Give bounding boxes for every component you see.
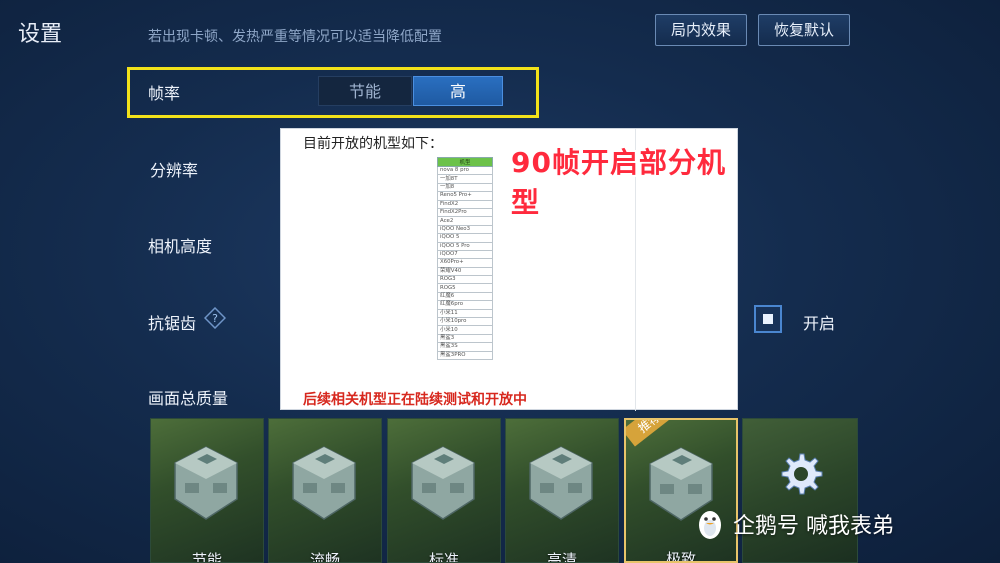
- quality-preset-name: 极致: [665, 550, 696, 563]
- model-row: 小米10: [437, 325, 493, 335]
- model-name: 黑鲨3: [437, 333, 493, 344]
- model-name: FindX2: [437, 199, 493, 209]
- model-row: ROG5: [437, 283, 493, 293]
- model-row: 黑鲨3PRO: [437, 350, 493, 361]
- overlay-caption: 后续相关机型正在陆续测试和开放中: [303, 392, 527, 408]
- model-name: iQOO Neo3: [437, 224, 493, 235]
- quality-preset-tile[interactable]: 节能: [150, 418, 264, 563]
- restore-defaults-button[interactable]: 恢复默认: [758, 14, 850, 46]
- model-row: Reno5 Pro+: [437, 191, 493, 201]
- model-name: 小米11: [437, 308, 493, 319]
- quality-label: 画面总质量: [148, 389, 229, 408]
- model-name: 小米10: [437, 325, 493, 335]
- model-row: 黑鲨3: [437, 333, 493, 344]
- quality-preset-name: 高清: [546, 551, 577, 563]
- model-name: 小米10pro: [437, 317, 493, 327]
- models-table-header: 机型: [437, 157, 493, 167]
- tower-preview-icon: [411, 446, 475, 520]
- model-row: 一加8T: [437, 174, 493, 184]
- model-row: iQOO 5 Pro: [437, 241, 493, 251]
- model-name: ROG5: [437, 283, 493, 293]
- model-row: nova 8 pro: [437, 165, 493, 176]
- camera-height-label: 相机高度: [148, 237, 213, 256]
- model-name: Ace2: [437, 216, 493, 226]
- model-name: 一加8T: [437, 174, 493, 184]
- model-row: 红魔6: [437, 291, 493, 302]
- model-row: 红魔6pro: [437, 300, 493, 310]
- page-title: 设置: [18, 22, 63, 47]
- model-row: 黑鲨3S: [437, 342, 493, 352]
- model-row: iQOO Neo3: [437, 224, 493, 235]
- tower-preview-icon: [174, 446, 238, 520]
- model-row: 小米10pro: [437, 317, 493, 327]
- overlay-heading: 目前开放的机型如下：: [303, 136, 443, 152]
- model-name: iQOO 5: [437, 233, 493, 243]
- gear-icon: [781, 453, 823, 495]
- custom-quality-tile[interactable]: [742, 418, 858, 563]
- model-name: ROG3: [437, 275, 493, 285]
- model-name: 红魔6: [437, 291, 493, 302]
- resolution-label: 分辨率: [150, 161, 199, 180]
- quality-preset-tile[interactable]: 高清: [505, 418, 619, 563]
- model-name: 黑鲨3PRO: [437, 350, 493, 361]
- model-name: 一加8: [437, 182, 493, 193]
- quality-preset-tile[interactable]: 流畅: [268, 418, 382, 563]
- in-game-effect-button[interactable]: 局内效果: [655, 14, 747, 46]
- overlay-banner: 90帧开启部分机型: [511, 146, 726, 219]
- model-row: Ace2: [437, 216, 493, 226]
- watermark-text: 企鹅号 喊我表弟: [733, 514, 894, 539]
- quality-preset-name: 流畅: [309, 551, 340, 563]
- antialias-label: 抗锯齿: [148, 314, 197, 333]
- model-name: iQOO7: [437, 249, 493, 260]
- model-name: nova 8 pro: [437, 165, 493, 176]
- svg-text:?: ?: [212, 312, 218, 325]
- model-row: FindX2Pro: [437, 207, 493, 218]
- recommended-badge: 推荐: [626, 420, 676, 447]
- help-icon[interactable]: ?: [204, 307, 226, 329]
- model-name: Reno5 Pro+: [437, 191, 493, 201]
- quality-preset-tile[interactable]: 标准: [387, 418, 501, 563]
- model-name: 荣耀V40: [437, 266, 493, 277]
- model-row: iQOO 5: [437, 233, 493, 243]
- antialias-on-label: 开启: [803, 314, 836, 333]
- watermark: 企鹅号 喊我表弟: [695, 508, 894, 540]
- model-row: FindX2: [437, 199, 493, 209]
- quality-preset-tile[interactable]: 推荐极致: [624, 418, 738, 563]
- performance-hint: 若出现卡顿、发热严重等情况可以适当降低配置: [148, 29, 442, 45]
- model-row: 一加8: [437, 182, 493, 193]
- model-name: 红魔6pro: [437, 300, 493, 310]
- tower-preview-icon: [529, 446, 593, 520]
- penguin-icon: [699, 511, 721, 539]
- model-row: 荣耀V40: [437, 266, 493, 277]
- models-table: 机型 nova 8 pro 一加8T 一加8 Reno5 Pro+ FindX2 Find…: [437, 157, 493, 361]
- quality-preset-name: 标准: [428, 551, 459, 563]
- model-name: iQOO 5 Pro: [437, 241, 493, 251]
- model-row: ROG3: [437, 275, 493, 285]
- model-row: iQOO7: [437, 249, 493, 260]
- quality-preset-name: 节能: [191, 551, 222, 563]
- tower-preview-icon: [292, 446, 356, 520]
- supported-models-overlay: 目前开放的机型如下： 机型 nova 8 pro 一加8T 一加8 Reno5 Pro…: [280, 128, 738, 411]
- fps-option-high[interactable]: 高: [413, 76, 503, 106]
- model-row: 小米11: [437, 308, 493, 319]
- model-name: 黑鲨3S: [437, 342, 493, 352]
- fps-option-save[interactable]: 节能: [318, 76, 412, 106]
- model-name: X60Pro+: [437, 258, 493, 268]
- model-name: FindX2Pro: [437, 207, 493, 218]
- model-row: X60Pro+: [437, 258, 493, 268]
- antialias-checkbox[interactable]: [754, 305, 782, 333]
- fps-label: 帧率: [148, 84, 181, 103]
